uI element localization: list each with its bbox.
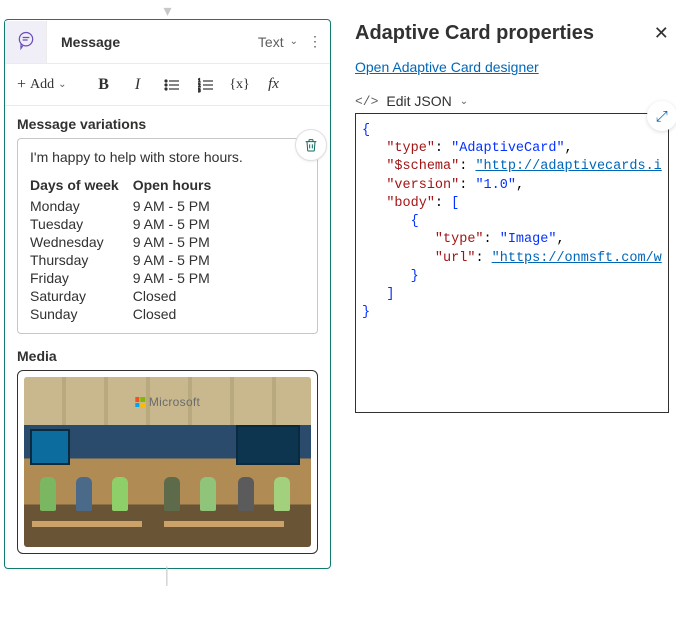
hours-header-day: Days of week — [30, 175, 133, 197]
table-row: Thursday9 AM - 5 PM — [30, 251, 225, 269]
message-body: Message variations I'm happy to help wit… — [5, 106, 330, 568]
table-row: Friday9 AM - 5 PM — [30, 269, 225, 287]
italic-button[interactable]: I — [123, 70, 153, 100]
code-icon: </> — [355, 94, 378, 109]
expand-editor-button[interactable]: ⤢ — [647, 101, 676, 131]
media-attachment[interactable]: Microsoft — [17, 370, 318, 554]
chevron-down-icon: ⌄ — [460, 96, 468, 107]
edit-json-label: Edit JSON — [386, 93, 451, 109]
open-designer-link[interactable]: Open Adaptive Card designer — [355, 59, 539, 75]
table-row: SaturdayClosed — [30, 287, 225, 305]
numbered-list-button[interactable]: 123 — [191, 70, 221, 100]
table-row: Monday9 AM - 5 PM — [30, 197, 225, 215]
variable-button[interactable]: {x} — [225, 70, 255, 100]
formula-button[interactable]: fx — [259, 70, 289, 100]
flow-arrow-out-icon: │ — [163, 569, 173, 585]
chevron-down-icon: ⌄ — [290, 36, 298, 47]
hours-day: Tuesday — [30, 215, 133, 233]
hours-value: 9 AM - 5 PM — [133, 233, 226, 251]
media-heading: Media — [17, 348, 318, 364]
add-button[interactable]: + Add ⌄ — [11, 70, 73, 100]
message-node: Message Text ⌄ ⋮ + Add ⌄ B I 123 {x} fx — [4, 19, 331, 569]
bold-button[interactable]: B — [89, 70, 119, 100]
message-type-dropdown[interactable]: Text ⌄ — [258, 34, 306, 50]
hours-table: Days of week Open hours Monday9 AM - 5 P… — [30, 175, 225, 323]
hours-value: 9 AM - 5 PM — [133, 197, 226, 215]
message-variation[interactable]: I'm happy to help with store hours. Days… — [17, 138, 318, 334]
hours-day: Friday — [30, 269, 133, 287]
microsoft-logo: Microsoft — [135, 395, 200, 409]
hours-value: 9 AM - 5 PM — [133, 215, 226, 233]
hours-day: Wednesday — [30, 233, 133, 251]
hours-value: 9 AM - 5 PM — [133, 251, 226, 269]
formatting-toolbar: + Add ⌄ B I 123 {x} fx — [5, 64, 330, 106]
panel-title: Adaptive Card properties — [355, 22, 594, 45]
hours-value: Closed — [133, 305, 226, 323]
media-image: Microsoft — [24, 377, 311, 547]
bullet-list-button[interactable] — [157, 70, 187, 100]
properties-panel: Adaptive Card properties ✕ Open Adaptive… — [331, 0, 676, 629]
table-row: SundayClosed — [30, 305, 225, 323]
add-label: Add — [30, 77, 54, 93]
delete-variation-button[interactable] — [295, 129, 327, 161]
hours-day: Saturday — [30, 287, 133, 305]
hours-value: Closed — [133, 287, 226, 305]
hours-day: Monday — [30, 197, 133, 215]
hours-header-open: Open hours — [133, 175, 226, 197]
plus-icon: + — [17, 76, 26, 94]
table-row: Wednesday9 AM - 5 PM — [30, 233, 225, 251]
hours-day: Sunday — [30, 305, 133, 323]
chevron-down-icon: ⌄ — [58, 79, 66, 90]
flow-arrow-in-icon: ▾ — [163, 4, 171, 20]
hours-day: Thursday — [30, 251, 133, 269]
node-title: Message — [47, 34, 258, 50]
close-button[interactable]: ✕ — [654, 23, 669, 44]
table-row: Tuesday9 AM - 5 PM — [30, 215, 225, 233]
more-menu-icon[interactable]: ⋮ — [306, 33, 330, 50]
message-type-label: Text — [258, 34, 284, 50]
variations-heading: Message variations — [17, 116, 318, 132]
node-header: Message Text ⌄ ⋮ — [5, 20, 330, 64]
variation-intro-text: I'm happy to help with store hours. — [30, 149, 305, 165]
edit-json-dropdown[interactable]: </> Edit JSON ⌄ — [355, 93, 669, 109]
svg-text:3: 3 — [198, 89, 201, 93]
hours-value: 9 AM - 5 PM — [133, 269, 226, 287]
chat-icon — [5, 21, 47, 63]
json-editor[interactable]: { "type": "AdaptiveCard", "$schema": "ht… — [355, 113, 669, 413]
